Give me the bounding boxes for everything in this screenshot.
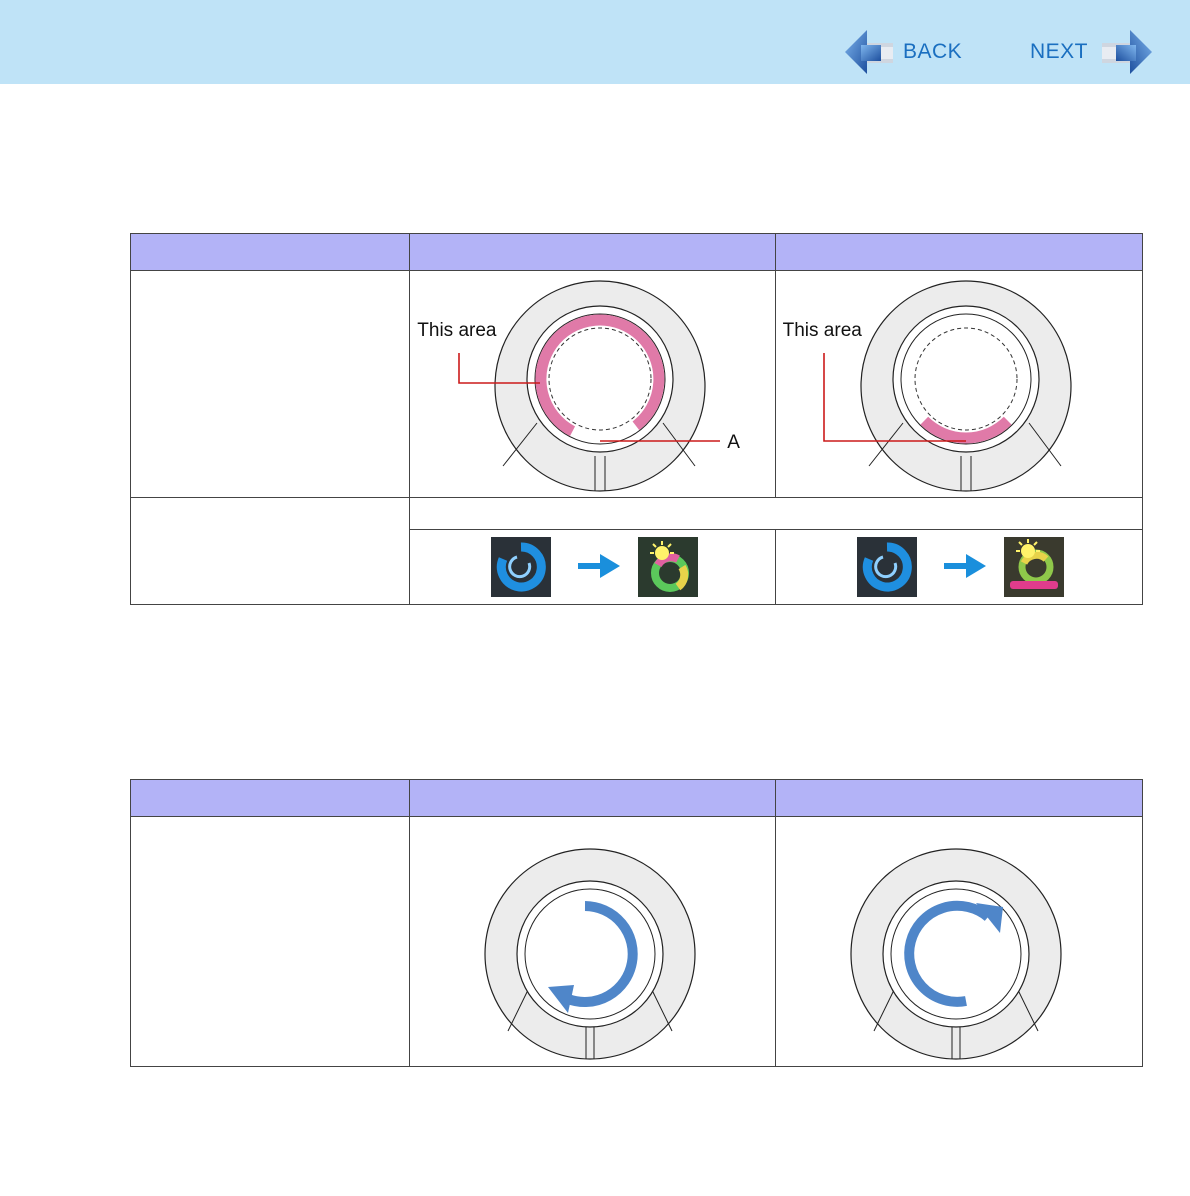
table2-header-1 bbox=[129, 779, 411, 817]
top-navigation-bar: BACK NEXT bbox=[0, 0, 1190, 84]
table1-cell-right-dial: This area bbox=[774, 270, 1144, 498]
next-arrow-icon bbox=[1102, 30, 1152, 74]
rotation-ready-icon bbox=[856, 537, 917, 597]
next-label: NEXT bbox=[1030, 40, 1089, 63]
table2-header-2 bbox=[409, 779, 776, 817]
next-button[interactable]: NEXT bbox=[1030, 28, 1152, 76]
table1-row2-span bbox=[409, 497, 1143, 530]
this-area-callout-left: This area bbox=[417, 320, 497, 341]
back-label: BACK bbox=[903, 40, 963, 63]
table1-header-1 bbox=[129, 233, 411, 271]
rotation-direction-table bbox=[129, 779, 1144, 1067]
counterclockwise-rotation-icon bbox=[484, 848, 696, 1060]
back-button[interactable]: BACK bbox=[843, 28, 973, 76]
right-arrow-icon bbox=[943, 554, 986, 578]
marker-a-label: A bbox=[727, 432, 740, 453]
rotation-ready-icon bbox=[491, 537, 552, 597]
table1-cell-left-dial: This area A bbox=[409, 270, 776, 498]
dial-bottom-highlight-icon bbox=[822, 280, 1072, 492]
table1-row2-label bbox=[129, 497, 411, 605]
table2-header-3 bbox=[774, 779, 1144, 817]
table1-icons-left bbox=[409, 529, 776, 605]
table1-header-2 bbox=[409, 233, 776, 271]
table2-cell-clockwise bbox=[774, 816, 1144, 1067]
table2-cell-counterclockwise bbox=[409, 816, 776, 1067]
table1-row1-label bbox=[129, 270, 411, 498]
table1-header-3 bbox=[774, 233, 1144, 271]
right-arrow-icon bbox=[578, 554, 621, 578]
table1-icons-right bbox=[774, 529, 1144, 605]
brightness-bar-icon bbox=[1003, 537, 1064, 597]
table2-row1-label bbox=[129, 816, 411, 1067]
brightness-ring-icon bbox=[638, 537, 699, 597]
this-area-callout-right: This area bbox=[782, 320, 862, 341]
dial-outer-ring-highlight-icon bbox=[458, 280, 721, 492]
highlight-area-table: This area A This area bbox=[129, 233, 1144, 605]
clockwise-rotation-icon bbox=[850, 848, 1062, 1060]
back-arrow-icon bbox=[845, 30, 893, 74]
